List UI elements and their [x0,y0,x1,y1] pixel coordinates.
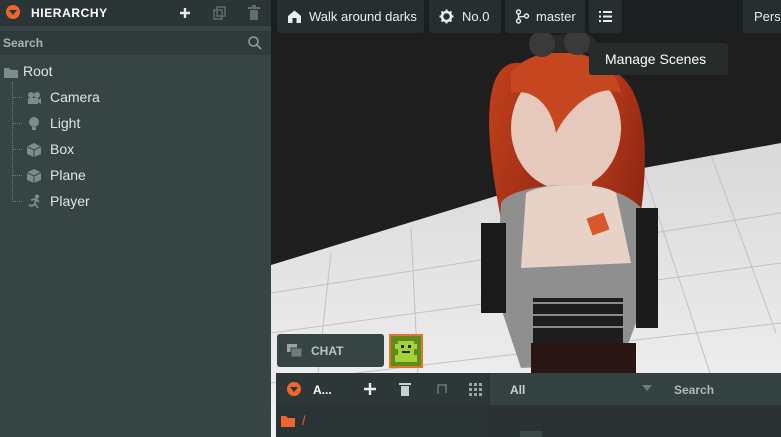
cube-icon [26,169,42,183]
folder-icon [281,416,295,427]
camera-icon [28,92,41,104]
tree-item-label: Plane [50,167,86,183]
tree-item-label: Root [23,63,53,79]
pixel-avatar-icon [391,336,421,366]
branch-icon [515,9,530,24]
user-avatar[interactable] [389,334,423,368]
folder-path: / [302,413,306,428]
asset-thumbnail[interactable] [520,431,542,437]
tree-guide-line [12,82,13,202]
assets-title: A... [313,383,332,397]
manage-scenes-tooltip: Manage Scenes [589,43,728,75]
project-name: Walk around darks [309,9,417,24]
chat-icon [287,344,303,358]
plus-icon[interactable] [362,381,378,397]
orange-chevron-icon[interactable] [6,5,20,19]
chat-button[interactable]: CHAT [277,334,384,367]
trash-icon[interactable] [397,381,413,397]
tree-guide-line [12,97,22,98]
tree-item-root[interactable]: Root [3,60,253,84]
tree-guide-line [12,149,22,150]
search-placeholder: Search [3,36,44,50]
users-label: Pers [754,9,781,24]
hierarchy-panel: HIERARCHY Search Root Camera Light Box P… [0,0,271,437]
refresh-icon[interactable] [434,381,450,397]
branch-button[interactable]: master [505,0,585,33]
grid-view-icon[interactable] [467,381,483,397]
tree-item-camera[interactable]: Camera [26,86,276,110]
hierarchy-title: HIERARCHY [31,6,108,20]
tree-guide-line [12,175,22,176]
orange-chevron-icon[interactable] [287,382,301,396]
assets-header: A... [276,373,488,405]
tree-item-plane[interactable]: Plane [26,164,276,188]
scene-button[interactable]: No.0 [429,0,501,33]
manage-scenes-button[interactable] [589,0,622,33]
search-icon [248,36,262,50]
list-icon [599,11,612,22]
hierarchy-header: HIERARCHY [0,0,271,26]
home-icon [288,10,301,23]
gear-icon [439,9,454,24]
tree-item-label: Box [50,141,75,157]
folder-icon [4,68,18,78]
running-person-icon [28,194,40,209]
tree-item-label: Player [50,193,90,209]
chat-label: CHAT [311,344,344,358]
plus-icon [180,8,190,18]
assets-filter-bar: All Search [490,373,781,405]
lightbulb-icon [29,117,39,130]
assets-search-input[interactable]: Search [674,383,714,397]
assets-folder-row[interactable]: / [276,406,488,437]
trash-icon [248,5,260,20]
duplicate-entity-button[interactable] [208,2,230,24]
tree-item-box[interactable]: Box [26,138,276,162]
tree-item-label: Light [50,115,81,131]
hierarchy-search-input[interactable]: Search [0,31,271,55]
tooltip-text: Manage Scenes [605,51,707,67]
tree-guide-line [12,123,22,124]
add-entity-button[interactable] [174,2,196,24]
tree-item-light[interactable]: Light [26,112,276,136]
branch-name: master [536,9,576,24]
users-button[interactable]: Pers [743,0,781,33]
duplicate-icon [213,6,226,20]
tree-item-player[interactable]: Player [26,190,276,214]
cube-icon [26,143,42,157]
delete-entity-button[interactable] [243,2,265,24]
project-button[interactable]: Walk around darks [277,0,424,33]
asset-type-select[interactable]: All [510,383,525,397]
chevron-down-icon[interactable] [642,385,652,392]
scene-name: No.0 [462,9,490,24]
tree-guide-line [12,201,22,202]
tree-item-label: Camera [50,89,100,105]
assets-panel: A... All Search / [276,373,781,437]
